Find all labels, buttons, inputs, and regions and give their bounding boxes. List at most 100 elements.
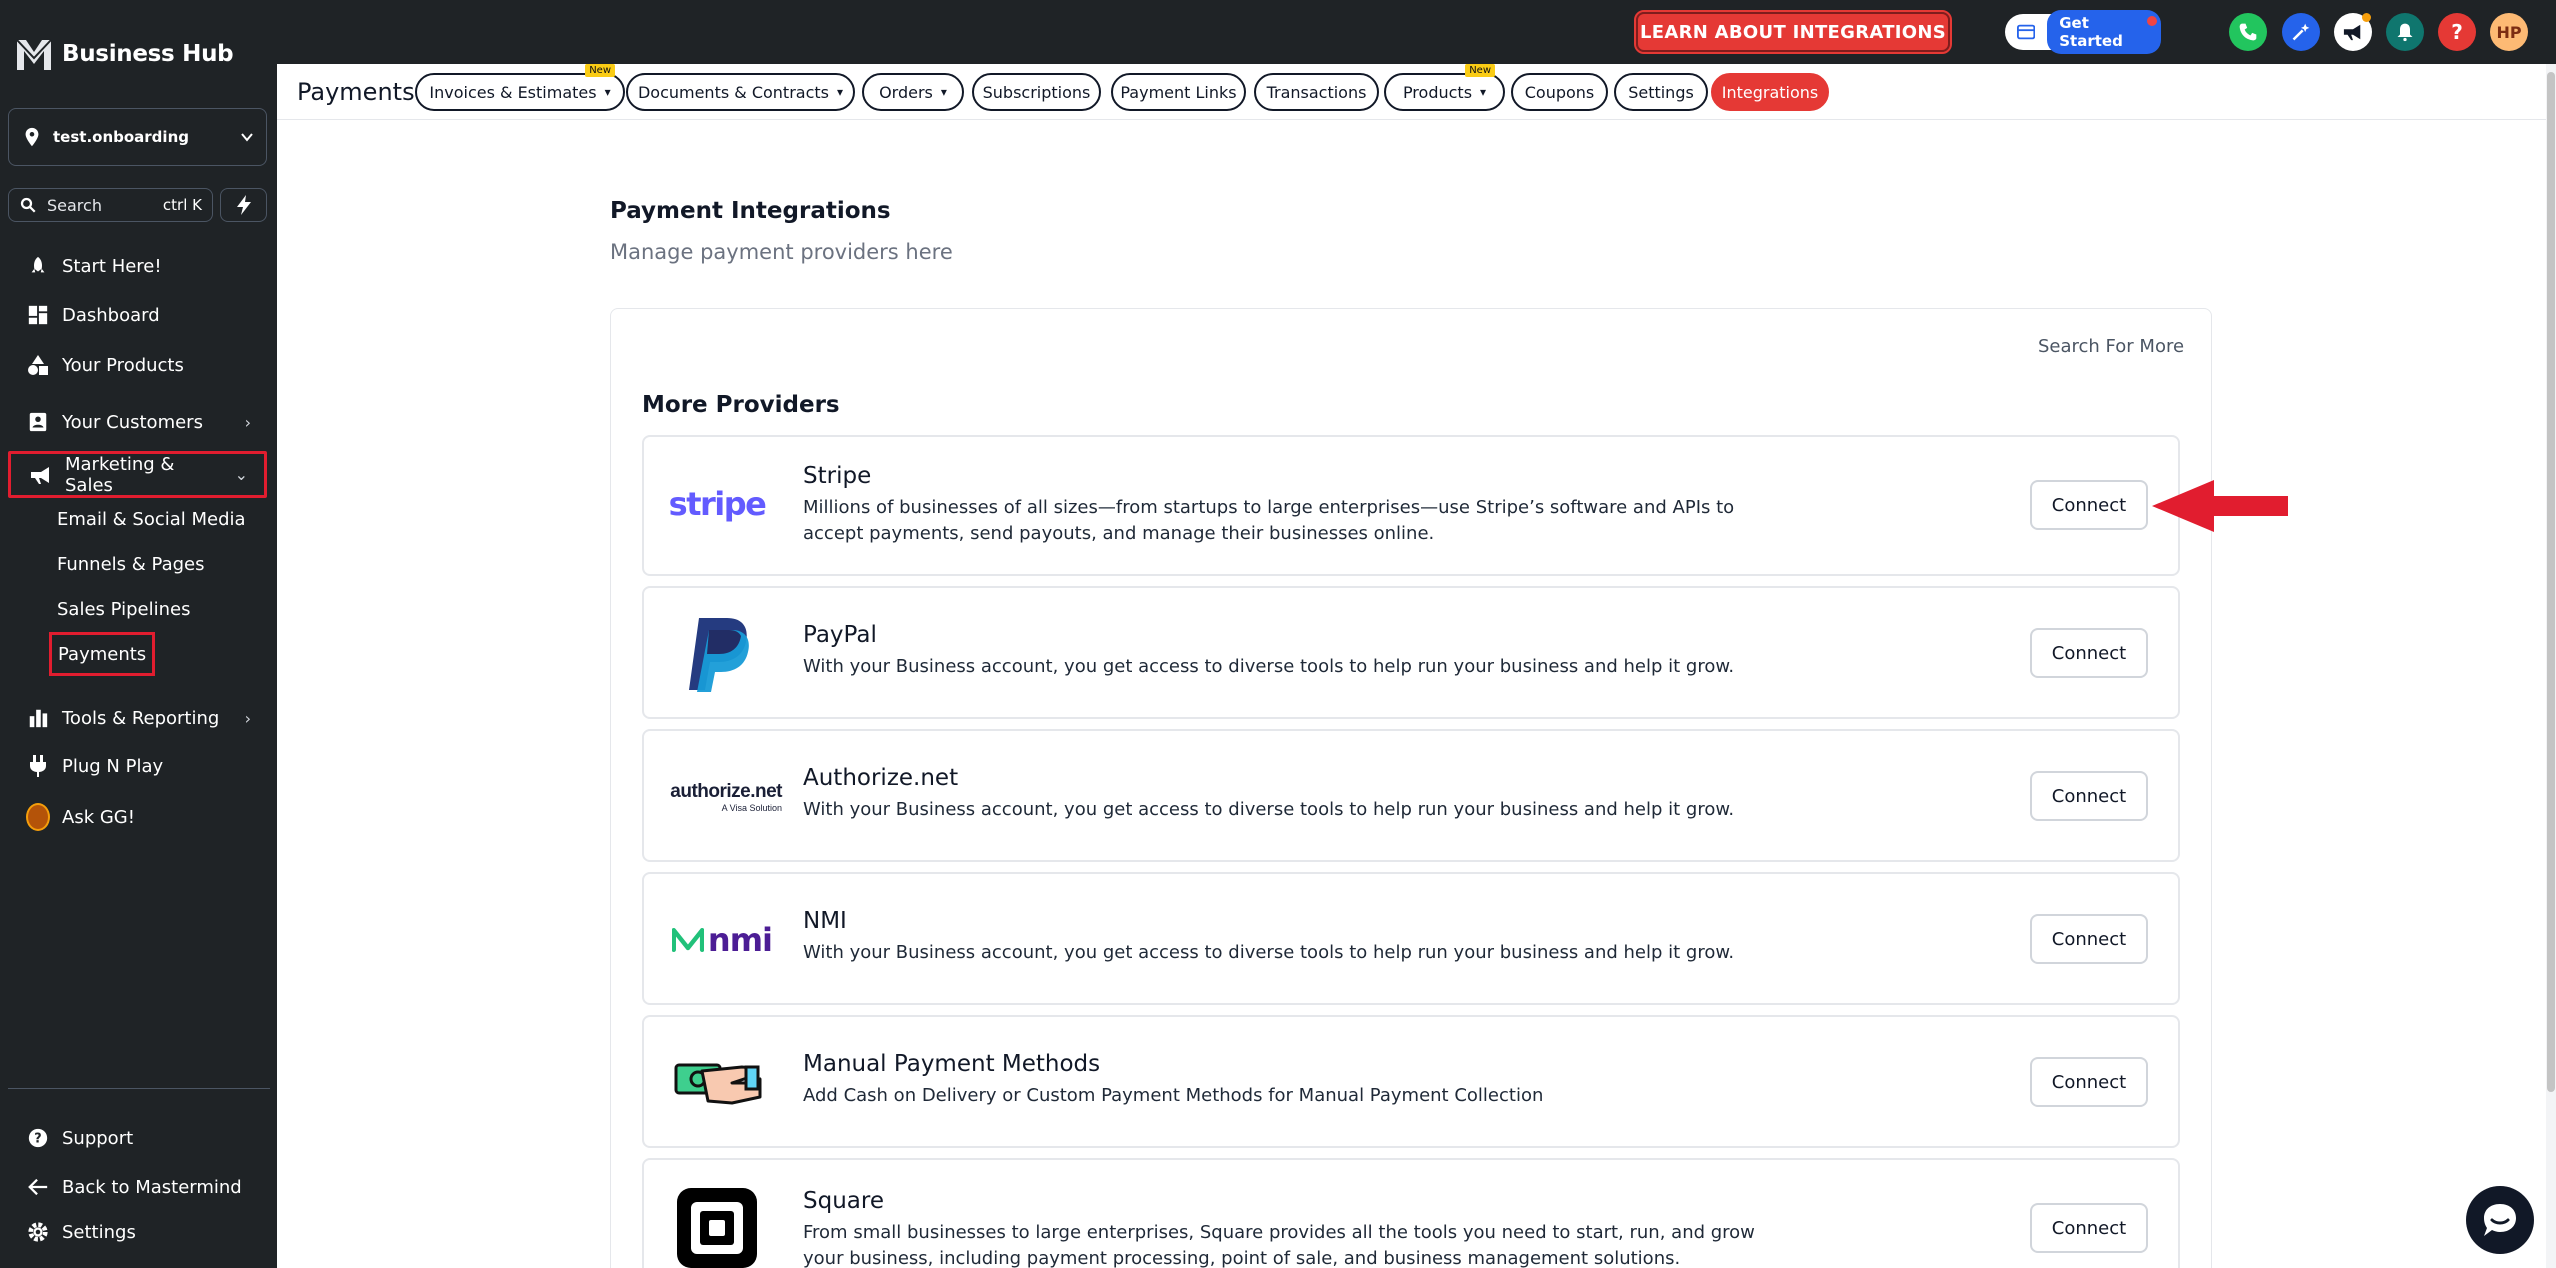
location-switcher[interactable]: test.onboarding (8, 108, 267, 166)
provider-name: Authorize.net (803, 765, 959, 791)
provider-description: With your Business account, you get acce… (803, 656, 1735, 677)
chat-bubble-icon (2484, 1204, 2516, 1236)
provider-description: From small businesses to large enterpris… (803, 1222, 1755, 1268)
tab-subscriptions[interactable]: Subscriptions (972, 73, 1101, 111)
sidebar-item-label: Marketing & Sales (65, 453, 175, 496)
chevron-down-icon: ▾ (604, 85, 611, 99)
tab-label: Invoices & Estimates (429, 82, 597, 102)
sidebar-item-settings[interactable]: Settings (8, 1210, 267, 1254)
sidebar-item-label: Your Customers (62, 411, 203, 433)
search-shortcut: ctrl K (162, 196, 202, 214)
tab-orders[interactable]: Orders ▾ (862, 73, 964, 111)
tab-label: Transactions (1266, 82, 1367, 102)
bar-chart-icon (26, 706, 50, 730)
phone-button[interactable] (2229, 13, 2267, 51)
provider-card-manual-payment: Manual Payment Methods Add Cash on Deliv… (642, 1015, 2180, 1148)
search-icon (20, 197, 36, 213)
bell-icon (2397, 23, 2413, 42)
sidebar-item-your-products[interactable]: Your Products (8, 343, 267, 387)
page-subtitle: Manage payment providers here (610, 240, 953, 264)
sidebar-divider (8, 1088, 270, 1089)
megaphone-icon (29, 463, 53, 487)
sidebar-item-marketing-sales[interactable]: Marketing & Sales ⌄ (8, 451, 267, 498)
connect-button-paypal[interactable]: Connect (2030, 628, 2148, 678)
sidebar-subitem-payments[interactable]: Payments (49, 632, 156, 676)
chevron-down-icon: ⌄ (234, 465, 248, 484)
tab-transactions[interactable]: Transactions (1254, 73, 1379, 111)
provider-card-paypal: PayPal With your Business account, you g… (642, 586, 2180, 719)
chevron-down-icon: ▾ (837, 85, 844, 99)
sidebar-item-plug-n-play[interactable]: Plug N Play (8, 744, 267, 788)
notifications-button[interactable] (2386, 13, 2424, 51)
sidebar-search[interactable]: Search ctrl K (8, 188, 213, 222)
sidebar-item-label: Start Here! (62, 255, 162, 277)
provider-card-authorize-net: authorize.net A Visa Solution Authorize.… (642, 729, 2180, 862)
provider-description: Add Cash on Delivery or Custom Payment M… (803, 1085, 1544, 1106)
sidebar-item-back-to-mastermind[interactable]: Back to Mastermind (8, 1165, 267, 1209)
sidebar-item-support[interactable]: ? Support (8, 1116, 267, 1160)
sidebar-item-label: Plug N Play (62, 755, 164, 777)
sidebar-subitem-email-social[interactable]: Email & Social Media (57, 502, 246, 536)
sidebar-item-your-customers[interactable]: Your Customers › (8, 400, 267, 444)
avatar-icon (26, 803, 50, 831)
connect-button-square[interactable]: Connect (2030, 1203, 2148, 1253)
sidebar-subitem-sales-pipelines[interactable]: Sales Pipelines (57, 592, 190, 626)
lightning-icon (236, 195, 251, 215)
connect-button-stripe[interactable]: Connect (2030, 480, 2148, 530)
arrow-left-icon (26, 1175, 50, 1199)
connect-button-nmi[interactable]: Connect (2030, 914, 2148, 964)
sidebar-item-start-here[interactable]: Start Here! (8, 244, 267, 288)
tab-documents-contracts[interactable]: Documents & Contracts ▾ (626, 73, 855, 111)
ai-assistant-button[interactable] (2282, 13, 2320, 51)
shapes-icon (26, 353, 50, 377)
sidebar-subitem-funnels-pages[interactable]: Funnels & Pages (57, 547, 204, 581)
search-label: Search (47, 195, 102, 215)
notification-dot (2147, 16, 2157, 26)
user-avatar[interactable]: HP (2490, 13, 2528, 51)
sidebar-item-dashboard[interactable]: Dashboard (8, 293, 267, 337)
sidebar-item-label: Back to Mastermind (62, 1176, 242, 1198)
tab-label: Integrations (1721, 82, 1819, 102)
authorize-net-logo: authorize.net A Visa Solution (670, 777, 782, 817)
tab-products[interactable]: Products ▾ New (1384, 64, 1505, 111)
tab-coupons[interactable]: Coupons (1511, 73, 1608, 111)
provider-card-square: Square From small businesses to large en… (642, 1158, 2180, 1268)
chevron-right-icon: › (244, 412, 251, 432)
phone-icon (2239, 23, 2257, 41)
sidebar-item-label: Dashboard (62, 304, 160, 326)
sidebar-item-ask-gg[interactable]: Ask GG! (8, 795, 267, 839)
rocket-icon (26, 254, 50, 278)
tab-label: Products (1402, 82, 1473, 102)
tab-label: Orders (879, 82, 933, 102)
square-logo-icon (672, 1186, 762, 1268)
nmi-logo: nmi (672, 918, 773, 962)
provider-name: Manual Payment Methods (803, 1051, 1101, 1077)
connect-button-authorize-net[interactable]: Connect (2030, 771, 2148, 821)
get-started-label: Get Started (2047, 10, 2161, 54)
tab-integrations[interactable]: Integrations (1711, 73, 1829, 111)
app-name: Business Hub (62, 41, 234, 67)
authorize-net-logo-text: authorize.net (670, 781, 782, 802)
search-for-more-link[interactable]: Search For More (2038, 336, 2184, 357)
tab-label: Settings (1628, 82, 1694, 102)
tab-invoices-estimates[interactable]: Invoices & Estimates ▾ New (415, 64, 625, 111)
tab-settings[interactable]: Settings (1614, 73, 1708, 111)
chat-widget-button[interactable] (2466, 1186, 2534, 1254)
plug-icon (26, 754, 50, 778)
connect-button-manual-payment[interactable]: Connect (2030, 1057, 2148, 1107)
tab-payment-links[interactable]: Payment Links (1111, 73, 1246, 111)
top-bar: LEARN ABOUT INTEGRATIONS Get Started ? H… (277, 0, 2556, 64)
app-logo[interactable]: Business Hub (14, 34, 234, 74)
get-started-button[interactable]: Get Started (2005, 10, 2161, 54)
tab-label: Payment Links (1120, 82, 1237, 102)
new-badge: New (585, 64, 615, 77)
help-button[interactable]: ? (2438, 13, 2476, 51)
gear-icon (26, 1220, 50, 1244)
announcements-button[interactable] (2334, 13, 2372, 51)
sidebar: Business Hub test.onboarding Search ctrl… (0, 0, 277, 1268)
page-scrollbar-thumb[interactable] (2547, 72, 2555, 1092)
learn-integrations-button[interactable]: LEARN ABOUT INTEGRATIONS (1634, 10, 1952, 54)
provider-card-nmi: nmi NMI With your Business account, you … (642, 872, 2180, 1005)
sidebar-item-tools-reporting[interactable]: Tools & Reporting › (8, 696, 267, 740)
quick-actions-button[interactable] (220, 188, 267, 222)
